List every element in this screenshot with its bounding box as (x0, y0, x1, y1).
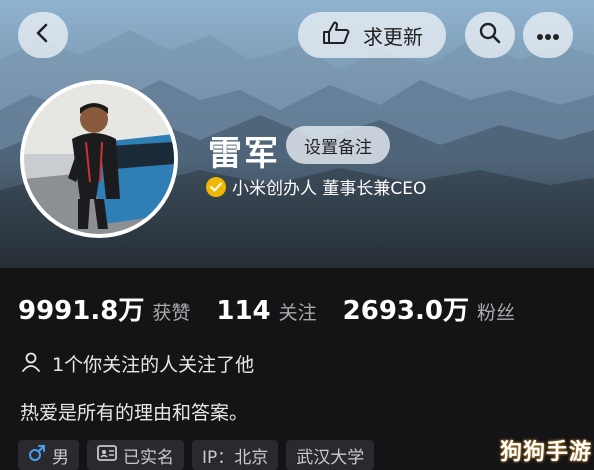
request-update-button[interactable]: 求更新 (298, 12, 446, 58)
stat-value: 114 (216, 296, 271, 326)
more-dots-icon (536, 26, 560, 45)
watermark-logo: 狗狗手游 (500, 440, 593, 465)
person-icon (20, 351, 42, 377)
verification-info: 小米创办人 董事长兼CEO (206, 174, 426, 199)
hand-pointing-icon (321, 20, 351, 50)
profile-tags: 男 已实名 IP：北京 武汉大学 (18, 440, 375, 470)
avatar-photo (24, 84, 174, 234)
verified-check-icon (206, 176, 226, 197)
stat-label: 粉丝 (477, 302, 516, 324)
more-button[interactable] (523, 12, 573, 58)
mutual-follow-info[interactable]: 1个你关注的人关注了他 (20, 350, 254, 377)
stats-row: 9991.8万 获赞 114 关注 2693.0万 粉丝 (18, 290, 541, 327)
mutual-follow-text: 1个你关注的人关注了他 (52, 354, 255, 376)
stat-value: 9991.8万 (18, 296, 145, 326)
search-button[interactable] (465, 12, 515, 58)
male-icon (28, 444, 46, 467)
request-update-label: 求更新 (363, 24, 423, 49)
tag-label: 男 (52, 447, 69, 468)
avatar[interactable] (20, 80, 178, 238)
tag-real-name: 已实名 (87, 440, 184, 470)
stat-label: 关注 (278, 302, 317, 324)
tag-label: 武汉大学 (296, 447, 365, 468)
set-remark-button[interactable]: 设置备注 (286, 126, 390, 164)
id-card-icon (97, 444, 117, 466)
tag-gender: 男 (18, 440, 79, 470)
profile-name: 雷军 (208, 134, 280, 174)
tag-label: 已实名 (123, 447, 174, 468)
stat-label: 获赞 (152, 302, 191, 324)
bio: 热爱是所有的理由和答案。 (20, 402, 249, 424)
search-icon (478, 21, 502, 49)
tag-ip-location: IP：北京 (192, 440, 279, 470)
chevron-left-icon (32, 22, 54, 48)
verified-title: 小米创办人 董事长兼CEO (232, 179, 427, 199)
stat-value: 2693.0万 (342, 296, 469, 326)
stat-followers[interactable]: 2693.0万 粉丝 (343, 290, 515, 327)
tag-school[interactable]: 武汉大学 (286, 440, 375, 470)
stat-following[interactable]: 114 关注 (216, 296, 316, 326)
back-button[interactable] (18, 12, 68, 58)
stat-likes[interactable]: 9991.8万 获赞 (18, 290, 190, 327)
tag-label: IP：北京 (202, 447, 269, 468)
